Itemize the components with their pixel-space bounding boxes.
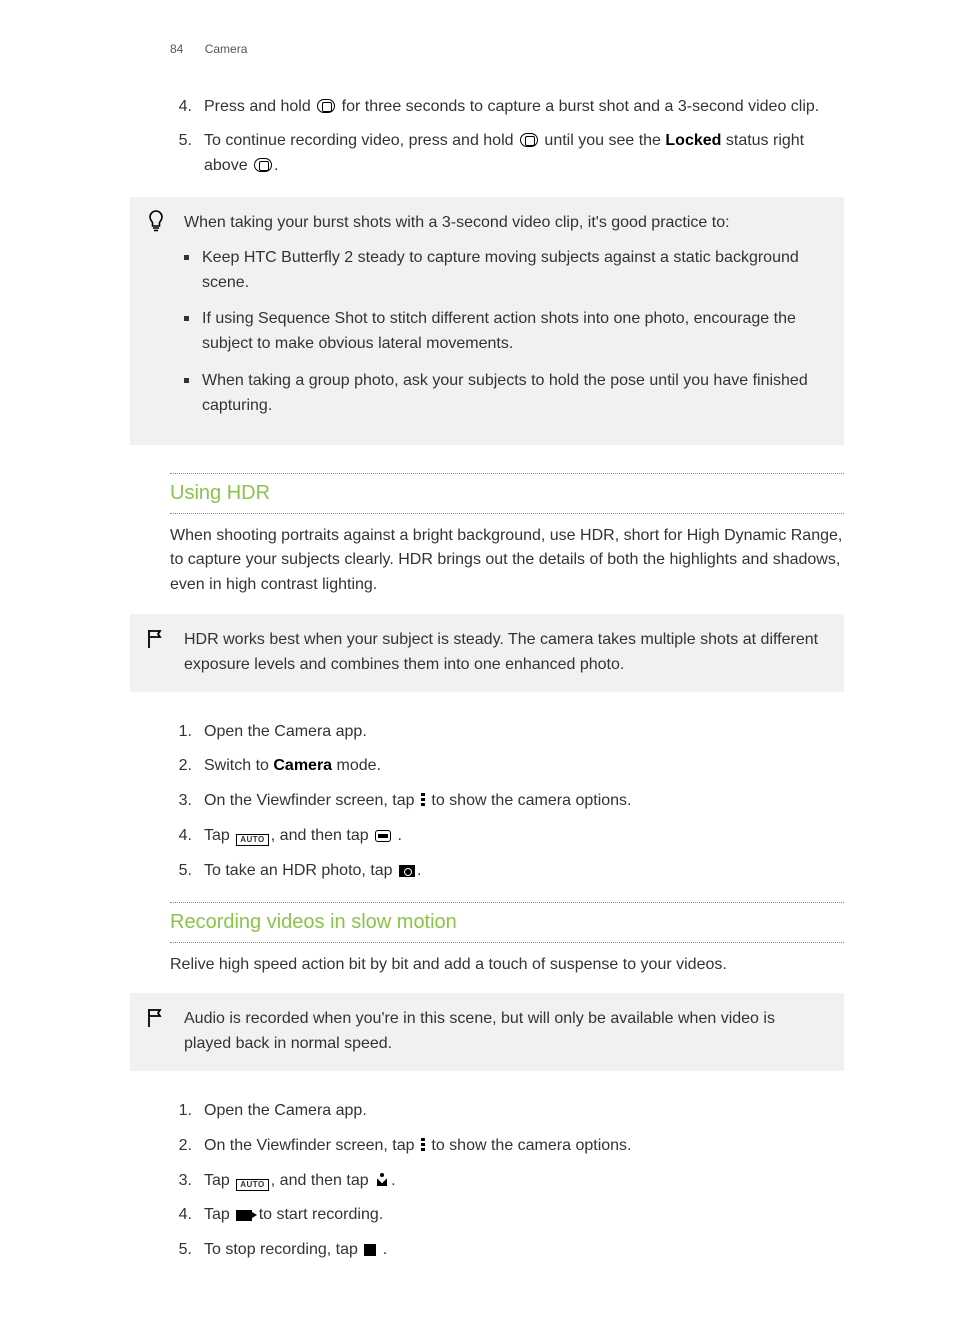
burst-steps-continued: 4. Press and hold for three seconds to c…	[170, 95, 844, 179]
lightbulb-icon	[146, 209, 166, 243]
hdr-step-2: 2. Switch to Camera mode.	[170, 754, 844, 779]
record-video-icon	[236, 1210, 252, 1221]
hdr-step-3: 3. On the Viewfinder screen, tap to show…	[170, 789, 844, 814]
tip-bullet: Keep HTC Butterfly 2 steady to capture m…	[184, 246, 826, 296]
tip-burst-practice: When taking your burst shots with a 3-se…	[130, 197, 844, 445]
flag-icon	[146, 1005, 164, 1039]
heading-slow-motion: Recording videos in slow motion	[170, 902, 844, 943]
camera-icon	[254, 158, 272, 172]
page-header: 84 Camera	[170, 40, 844, 59]
step-4: 4. Press and hold for three seconds to c…	[170, 95, 844, 120]
auto-mode-icon: AUTO	[236, 834, 269, 846]
tip-bullet: When taking a group photo, ask your subj…	[184, 369, 826, 419]
auto-mode-icon: AUTO	[236, 1179, 269, 1191]
menu-dots-icon	[421, 793, 425, 807]
slow-step-3: 3. Tap AUTO, and then tap .	[170, 1169, 844, 1194]
hdr-step-5: 5. To take an HDR photo, tap .	[170, 859, 844, 884]
hdr-steps: 1. Open the Camera app. 2. Switch to Cam…	[170, 720, 844, 884]
tip-bullets: Keep HTC Butterfly 2 steady to capture m…	[184, 246, 826, 419]
camera-icon	[520, 133, 538, 147]
header-section: Camera	[205, 42, 248, 56]
heading-using-hdr: Using HDR	[170, 473, 844, 514]
slow-step-5: 5. To stop recording, tap .	[170, 1238, 844, 1263]
note-text: HDR works best when your subject is stea…	[184, 628, 826, 678]
note-slow-audio: Audio is recorded when you're in this sc…	[130, 993, 844, 1071]
slow-step-1: 1. Open the Camera app.	[170, 1099, 844, 1124]
stop-icon	[364, 1244, 376, 1256]
slow-steps: 1. Open the Camera app. 2. On the Viewfi…	[170, 1099, 844, 1263]
hdr-step-4: 4. Tap AUTO, and then tap .	[170, 824, 844, 849]
camera-icon	[317, 99, 335, 113]
flag-icon	[146, 626, 164, 660]
hdr-step-1: 1. Open the Camera app.	[170, 720, 844, 745]
slow-motion-icon	[375, 1173, 389, 1187]
menu-dots-icon	[421, 1138, 425, 1152]
page-number: 84	[170, 42, 183, 56]
slow-intro: Relive high speed action bit by bit and …	[170, 953, 844, 978]
hdr-intro: When shooting portraits against a bright…	[170, 524, 844, 598]
tip-bullet: If using Sequence Shot to stitch differe…	[184, 307, 826, 357]
tip-lead: When taking your burst shots with a 3-se…	[184, 211, 826, 236]
slow-step-4: 4. Tap to start recording.	[170, 1203, 844, 1228]
shutter-icon	[399, 865, 415, 877]
note-text: Audio is recorded when you're in this sc…	[184, 1007, 826, 1057]
note-hdr: HDR works best when your subject is stea…	[130, 614, 844, 692]
hdr-mode-icon	[375, 830, 391, 842]
slow-step-2: 2. On the Viewfinder screen, tap to show…	[170, 1134, 844, 1159]
step-5: 5. To continue recording video, press an…	[170, 129, 844, 179]
